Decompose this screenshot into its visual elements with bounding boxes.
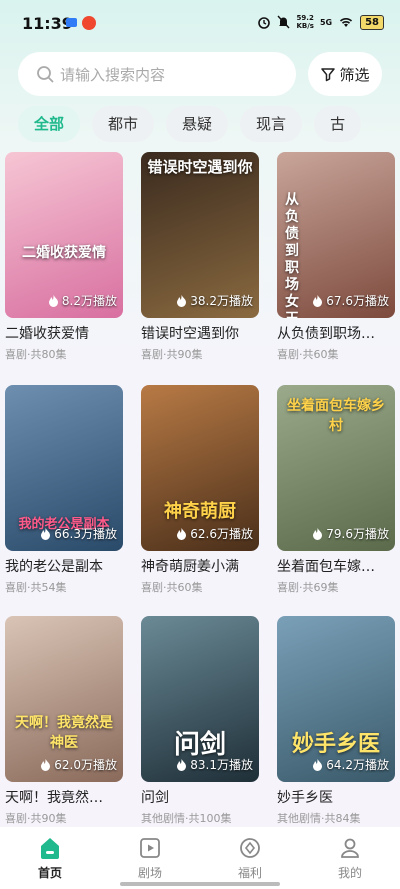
theater-icon <box>140 838 160 858</box>
bottom-nav: 首页 剧场 福利 我的 <box>0 827 400 889</box>
drama-genre-episodes: 其他剧情·共100集 <box>141 812 232 825</box>
search-input[interactable]: 请输入搜索内容 <box>18 52 296 96</box>
drama-poster[interactable]: 坐着面包车嫁乡村 79.6万播放 <box>277 385 395 551</box>
flame-icon <box>41 528 51 540</box>
play-count: 62.0万播放 <box>40 756 117 773</box>
drama-card[interactable]: 错误时空遇到你 38.2万播放 错误时空遇到你 喜剧·共90集 <box>141 152 259 362</box>
drama-poster[interactable]: 二婚收获爱情 8.2万播放 <box>5 152 123 318</box>
drama-poster[interactable]: 天啊！我竟然是神医 62.0万播放 <box>5 616 123 782</box>
flame-icon <box>177 759 187 771</box>
drama-genre-episodes: 其他剧情·共84集 <box>277 812 361 825</box>
search-placeholder: 请输入搜索内容 <box>60 65 166 84</box>
status-bar: 11:39 59.2 KB/s 5G 58 <box>0 0 400 46</box>
drama-title[interactable]: 二婚收获爱情 <box>5 323 123 343</box>
poster-title-art: 二婚收获爱情 <box>22 245 106 261</box>
alarm-icon <box>258 17 271 29</box>
drama-poster[interactable]: 妙手乡医 64.2万播放 <box>277 616 395 782</box>
nav-label: 我的 <box>337 866 362 880</box>
poster-title-art: 错误时空遇到你 <box>147 158 253 176</box>
drama-card[interactable]: 二婚收获爱情 8.2万播放 二婚收获爱情 喜剧·共80集 <box>5 152 123 362</box>
play-count: 38.2万播放 <box>176 292 253 309</box>
drama-card[interactable]: 神奇萌厨 62.6万播放 神奇萌厨姜小满 喜剧·共60集 <box>141 385 259 595</box>
category-tab-suspense[interactable]: 悬疑 <box>166 106 229 142</box>
flame-icon <box>41 759 51 771</box>
category-tab-urban[interactable]: 都市 <box>92 106 155 142</box>
app-notification-icon-2 <box>82 16 96 30</box>
nav-profile[interactable]: 我的 <box>300 827 400 889</box>
drama-title[interactable]: 神奇萌厨姜小满 <box>141 556 259 576</box>
nav-theater[interactable]: 剧场 <box>100 827 200 889</box>
drama-card[interactable]: 从负债到职场女王 67.6万播放 从负债到职场… 喜剧·共60集 <box>277 152 395 362</box>
poster-title-art: 从负债到职场女王 <box>285 192 299 318</box>
drama-poster[interactable]: 错误时空遇到你 38.2万播放 <box>141 152 259 318</box>
drama-card[interactable]: 问剑 83.1万播放 问剑 其他剧情·共100集 <box>141 616 259 826</box>
flame-icon <box>313 528 323 540</box>
profile-icon <box>341 838 359 858</box>
drama-title[interactable]: 我的老公是副本 <box>5 556 123 576</box>
drama-poster[interactable]: 神奇萌厨 62.6万播放 <box>141 385 259 551</box>
filter-button[interactable]: 筛选 <box>308 52 382 96</box>
play-count: 79.6万播放 <box>312 525 389 542</box>
play-count: 83.1万播放 <box>176 756 253 773</box>
welfare-icon <box>240 838 260 858</box>
mute-icon <box>277 15 290 29</box>
category-tabs: 全部 都市 悬疑 现言 古 <box>18 106 400 142</box>
play-count: 67.6万播放 <box>312 292 389 309</box>
poster-title-art: 坐着面包车嫁乡村 <box>287 398 385 434</box>
poster-title-art: 神奇萌厨 <box>164 501 236 522</box>
drama-genre-episodes: 喜剧·共80集 <box>5 348 67 361</box>
drama-genre-episodes: 喜剧·共54集 <box>5 581 67 594</box>
play-count: 64.2万播放 <box>312 756 389 773</box>
home-icon <box>41 838 59 859</box>
net-speed: 59.2 KB/s <box>296 14 314 30</box>
flame-icon <box>313 759 323 771</box>
app-notification-icon <box>66 18 77 27</box>
drama-title[interactable]: 坐着面包车嫁… <box>277 556 395 576</box>
drama-card[interactable]: 我的老公是副本 66.3万播放 我的老公是副本 喜剧·共54集 <box>5 385 123 595</box>
drama-title[interactable]: 错误时空遇到你 <box>141 323 259 343</box>
flame-icon <box>48 295 58 307</box>
filter-icon <box>321 68 336 82</box>
wifi-icon <box>340 18 353 27</box>
drama-title[interactable]: 从负债到职场… <box>277 323 395 343</box>
home-indicator <box>120 882 280 886</box>
drama-poster[interactable]: 问剑 83.1万播放 <box>141 616 259 782</box>
play-count: 66.3万播放 <box>40 525 117 542</box>
play-count: 8.2万播放 <box>48 292 117 309</box>
nav-home[interactable]: 首页 <box>0 827 100 889</box>
play-count: 62.6万播放 <box>176 525 253 542</box>
flame-icon <box>313 295 323 307</box>
poster-title-art: 天啊！我竟然是神医 <box>15 715 113 751</box>
drama-card[interactable]: 妙手乡医 64.2万播放 妙手乡医 其他剧情·共84集 <box>277 616 395 826</box>
poster-title-art: 妙手乡医 <box>291 731 380 757</box>
drama-card[interactable]: 坐着面包车嫁乡村 79.6万播放 坐着面包车嫁… 喜剧·共69集 <box>277 385 395 595</box>
status-indicators: 59.2 KB/s 5G 58 <box>257 14 384 30</box>
drama-genre-episodes: 喜剧·共60集 <box>141 581 203 594</box>
nav-welfare[interactable]: 福利 <box>200 827 300 889</box>
category-tab-all[interactable]: 全部 <box>18 106 81 142</box>
drama-genre-episodes: 喜剧·共90集 <box>141 348 203 361</box>
drama-title[interactable]: 妙手乡医 <box>277 787 395 807</box>
drama-poster[interactable]: 从负债到职场女王 67.6万播放 <box>277 152 395 318</box>
category-tab-ancient[interactable]: 古 <box>314 106 362 142</box>
drama-genre-episodes: 喜剧·共60集 <box>277 348 339 361</box>
nav-label: 首页 <box>37 866 62 880</box>
drama-poster[interactable]: 我的老公是副本 66.3万播放 <box>5 385 123 551</box>
flame-icon <box>177 528 187 540</box>
network-type: 5G <box>319 17 333 27</box>
flame-icon <box>177 295 187 307</box>
search-icon <box>37 66 54 83</box>
drama-title[interactable]: 天啊！我竟然… <box>5 787 123 807</box>
nav-label: 福利 <box>237 866 262 880</box>
drama-card[interactable]: 天啊！我竟然是神医 62.0万播放 天啊！我竟然… 喜剧·共90集 <box>5 616 123 826</box>
drama-title[interactable]: 问剑 <box>141 787 259 807</box>
drama-genre-episodes: 喜剧·共90集 <box>5 812 67 825</box>
category-tab-modern-romance[interactable]: 现言 <box>240 106 303 142</box>
drama-genre-episodes: 喜剧·共69集 <box>277 581 339 594</box>
nav-label: 剧场 <box>137 866 162 880</box>
filter-label: 筛选 <box>339 65 370 84</box>
battery-indicator: 58 <box>360 14 384 30</box>
